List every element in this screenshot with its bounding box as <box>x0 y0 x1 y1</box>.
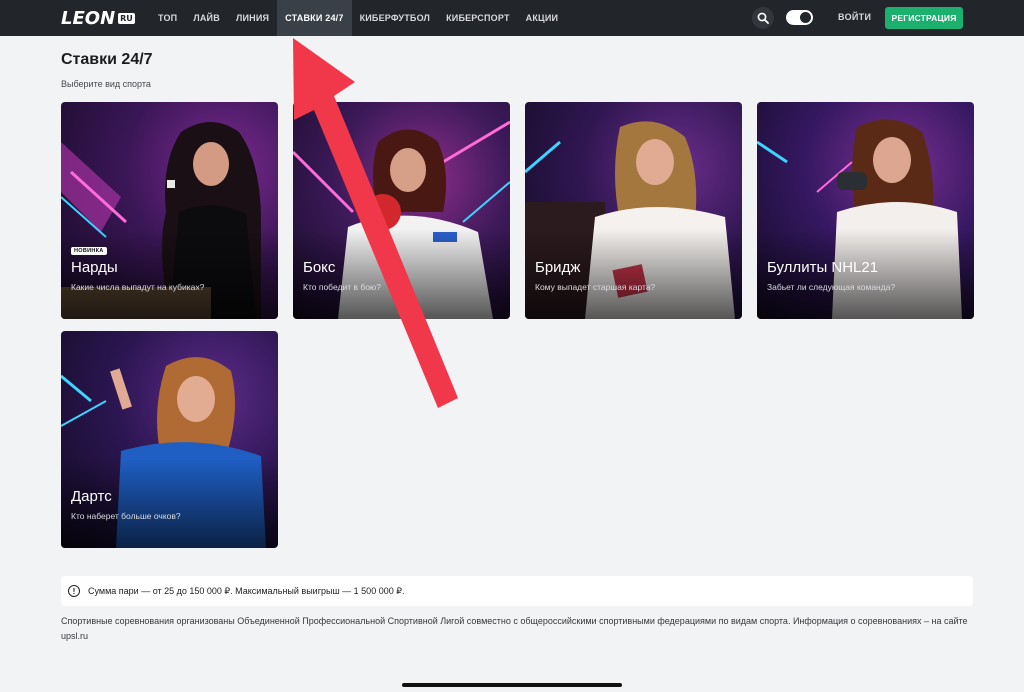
nav-item-cybersport[interactable]: КИБЕРСПОРТ <box>438 0 518 36</box>
card-title: Буллиты NHL21 <box>767 259 879 276</box>
nav-item-live[interactable]: ЛАЙВ <box>185 0 228 36</box>
sport-card-darts[interactable]: Дартс Кто наберет больше очков? <box>61 331 278 548</box>
card-description: Кто победит в бою? <box>303 282 382 292</box>
sport-card-bridge[interactable]: Бридж Кому выпадет старшая карта? <box>525 102 742 319</box>
card-description: Кому выпадет старшая карта? <box>535 282 656 292</box>
new-badge: НОВИНКА <box>71 247 107 255</box>
search-button[interactable] <box>752 7 774 29</box>
search-icon <box>757 12 769 24</box>
theme-toggle-icon <box>800 12 811 23</box>
login-button[interactable]: ВОЙТИ <box>838 12 871 22</box>
sport-card-nhl-shootouts[interactable]: Буллиты NHL21 Забьет ли следующая команд… <box>757 102 974 319</box>
logo-suffix: RU <box>118 12 135 24</box>
nav-item-line[interactable]: ЛИНИЯ <box>228 0 277 36</box>
info-icon: ! <box>68 585 80 597</box>
nav-item-cyberfootball[interactable]: КИБЕРФУТБОЛ <box>352 0 439 36</box>
bet-limits-notice: ! Сумма пари — от 25 до 150 000 ₽. Макси… <box>61 576 973 606</box>
nav-item-bets-24-7[interactable]: СТАВКИ 24/7 <box>277 0 352 36</box>
card-description: Какие числа выпадут на кубиках? <box>71 282 205 292</box>
main-nav: ТОП ЛАЙВ ЛИНИЯ СТАВКИ 24/7 КИБЕРФУТБОЛ К… <box>150 0 566 36</box>
sport-card-backgammon[interactable]: НОВИНКА Нарды Какие числа выпадут на куб… <box>61 102 278 319</box>
sport-card-boxing[interactable]: Бокс Кто победит в бою? <box>293 102 510 319</box>
card-title: Бридж <box>535 259 581 276</box>
card-description: Забьет ли следующая команда? <box>767 282 896 292</box>
top-navigation-bar: LEON RU ТОП ЛАЙВ ЛИНИЯ СТАВКИ 24/7 КИБЕР… <box>0 0 1024 36</box>
card-title: Дартс <box>71 488 112 505</box>
nav-item-top[interactable]: ТОП <box>150 0 185 36</box>
logo-text: LEON <box>61 7 116 29</box>
theme-toggle[interactable] <box>786 10 813 25</box>
bet-limits-text: Сумма пари — от 25 до 150 000 ₽. Максима… <box>88 585 405 596</box>
card-title: Бокс <box>303 259 336 276</box>
leon-logo[interactable]: LEON RU <box>61 7 135 29</box>
nav-item-promotions[interactable]: АКЦИИ <box>518 0 567 36</box>
footer-legal-text: Спортивные соревнования организованы Объ… <box>61 616 968 641</box>
page-subtitle: Выберите вид спорта <box>61 79 151 89</box>
home-indicator[interactable] <box>402 683 622 687</box>
card-description: Кто наберет больше очков? <box>71 511 181 521</box>
card-title: Нарды <box>71 259 118 276</box>
page-title: Ставки 24/7 <box>61 51 153 68</box>
register-button[interactable]: РЕГИСТРАЦИЯ <box>885 7 963 29</box>
